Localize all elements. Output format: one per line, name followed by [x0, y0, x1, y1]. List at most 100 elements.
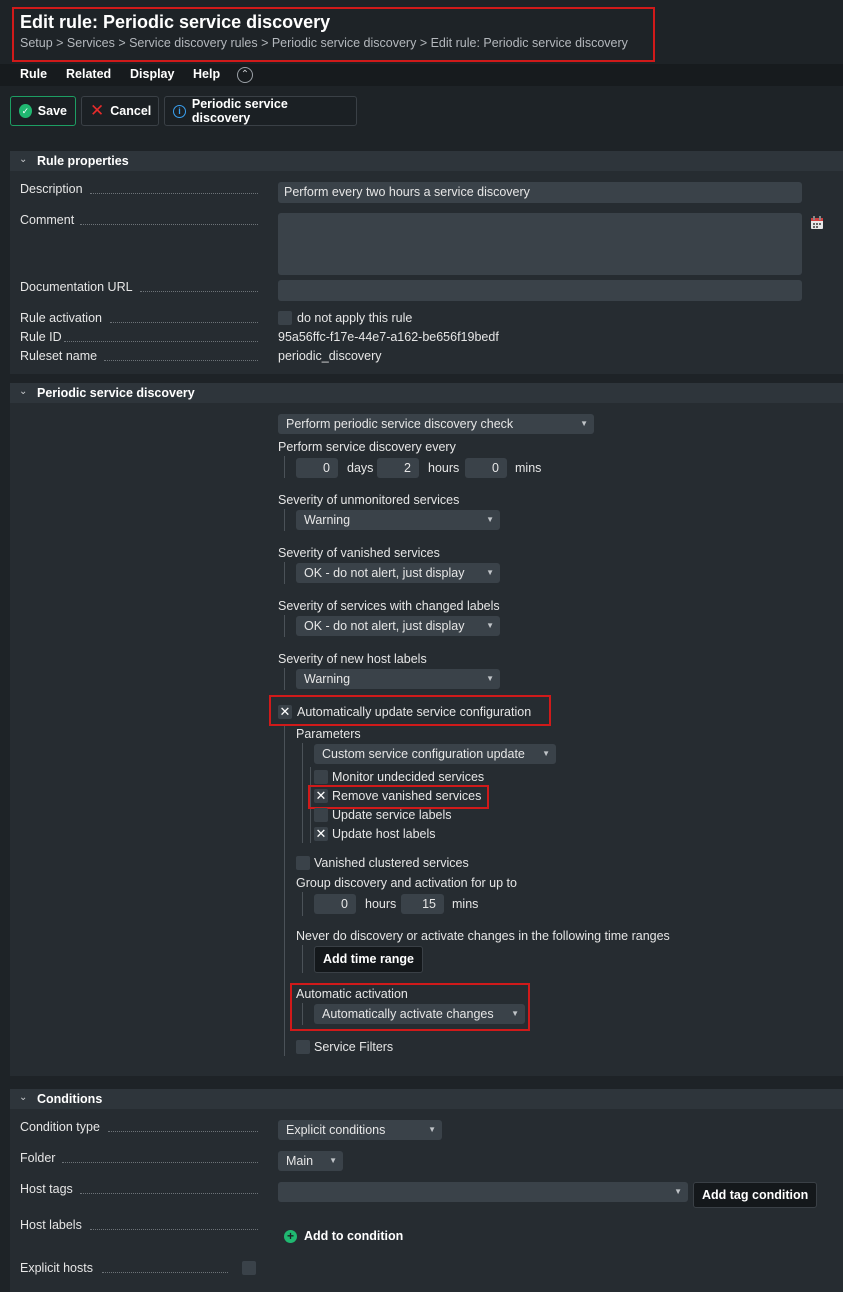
- indent-line: [284, 615, 285, 637]
- documentation-url-field[interactable]: [278, 280, 802, 301]
- conditions-header[interactable]: ⌄ Conditions: [10, 1089, 843, 1109]
- menu-rule[interactable]: Rule: [20, 67, 47, 81]
- dots-divider: [110, 322, 258, 323]
- folder-select[interactable]: Main ▼: [278, 1151, 343, 1171]
- dropdown-arrow-icon: ▼: [511, 1009, 519, 1018]
- close-icon: ✕: [90, 101, 105, 120]
- unmonitored-severity-select[interactable]: Warning ▼: [296, 510, 500, 530]
- condition-type-select[interactable]: Explicit conditions ▼: [278, 1120, 442, 1140]
- update-service-labels-label: Update service labels: [332, 808, 452, 822]
- disable-rule-checkbox[interactable]: [278, 311, 292, 325]
- dots-divider: [108, 1131, 258, 1132]
- menu-help[interactable]: Help: [193, 67, 220, 81]
- new-host-labels-severity-value: Warning: [304, 672, 351, 686]
- section-title: Rule properties: [37, 154, 129, 168]
- rule-id-value: 95a56ffc-f17e-44e7-a162-be656f19bedf: [278, 330, 499, 344]
- comment-label: Comment: [20, 213, 75, 227]
- indent-line: [302, 945, 303, 973]
- new-host-labels-severity-select[interactable]: Warning ▼: [296, 669, 500, 689]
- monitor-undecided-checkbox[interactable]: [314, 770, 328, 784]
- parameters-label: Parameters: [296, 727, 361, 741]
- add-to-condition-link[interactable]: Add to condition: [304, 1229, 403, 1243]
- breadcrumb[interactable]: Setup > Services > Service discovery rul…: [20, 36, 628, 50]
- group-discovery-label: Group discovery and activation for up to: [296, 876, 517, 890]
- unmonitored-severity-label: Severity of unmonitored services: [278, 493, 460, 507]
- indent-line: [284, 456, 285, 478]
- changed-labels-severity-value: OK - do not alert, just display: [304, 619, 465, 633]
- menu-bar: Rule Related Display Help ⌃: [0, 64, 843, 86]
- menu-related[interactable]: Related: [66, 67, 111, 81]
- menu-display[interactable]: Display: [130, 67, 174, 81]
- auto-activation-value: Automatically activate changes: [322, 1007, 494, 1021]
- auto-activation-select[interactable]: Automatically activate changes ▼: [314, 1004, 525, 1024]
- dropdown-arrow-icon: ▼: [486, 515, 494, 524]
- remove-vanished-checkbox[interactable]: ✕: [314, 789, 328, 803]
- comment-field[interactable]: [278, 213, 802, 275]
- dropdown-arrow-icon: ▼: [674, 1187, 682, 1196]
- unmonitored-severity-value: Warning: [304, 513, 351, 527]
- group-mins-input[interactable]: 15: [401, 894, 444, 914]
- rule-properties-header[interactable]: ⌄ Rule properties: [10, 151, 843, 171]
- changed-labels-severity-select[interactable]: OK - do not alert, just display ▼: [296, 616, 500, 636]
- dots-divider: [80, 1193, 258, 1194]
- discovery-mode-value: Perform periodic service discovery check: [286, 417, 514, 431]
- disable-rule-label: do not apply this rule: [297, 311, 413, 325]
- discovery-mode-select[interactable]: Perform periodic service discovery check…: [278, 414, 594, 434]
- indent-line: [284, 509, 285, 531]
- section-title: Conditions: [37, 1092, 103, 1106]
- host-labels-label: Host labels: [20, 1218, 82, 1232]
- dropdown-arrow-icon: ▼: [428, 1125, 436, 1134]
- update-host-labels-checkbox[interactable]: ✕: [314, 827, 328, 841]
- vanished-clustered-checkbox[interactable]: [296, 856, 310, 870]
- dots-divider: [64, 341, 258, 342]
- group-hours-input[interactable]: 0: [314, 894, 356, 914]
- monitor-undecided-label: Monitor undecided services: [332, 770, 485, 784]
- days-input[interactable]: 0: [296, 458, 338, 478]
- auto-update-checkbox[interactable]: ✕: [278, 705, 292, 719]
- ruleset-name-label: Ruleset name: [20, 349, 98, 363]
- dropdown-arrow-icon: ▼: [486, 621, 494, 630]
- never-discovery-label: Never do discovery or activate changes i…: [296, 929, 670, 943]
- condition-type-value: Explicit conditions: [286, 1123, 386, 1137]
- mins-input[interactable]: 0: [465, 458, 507, 478]
- host-tags-select[interactable]: ▼: [278, 1182, 688, 1202]
- add-tag-condition-button[interactable]: Add tag condition: [693, 1182, 818, 1208]
- periodic-discovery-header[interactable]: ⌄ Periodic service discovery: [10, 383, 843, 403]
- description-field[interactable]: Perform every two hours a service discov…: [278, 182, 802, 203]
- dropdown-arrow-icon: ▼: [486, 674, 494, 683]
- add-time-range-button[interactable]: Add time range: [314, 946, 423, 973]
- vanished-severity-value: OK - do not alert, just display: [304, 566, 465, 580]
- vanished-clustered-label: Vanished clustered services: [314, 856, 469, 870]
- parameters-select[interactable]: Custom service configuration update ▼: [314, 744, 556, 764]
- auto-update-label: Automatically update service configurati…: [297, 705, 532, 719]
- checkmark-icon: ✓: [19, 104, 32, 118]
- save-button[interactable]: ✓ Save: [10, 96, 76, 126]
- explicit-hosts-checkbox[interactable]: [242, 1261, 256, 1275]
- update-host-labels-label: Update host labels: [332, 827, 436, 841]
- cancel-button[interactable]: ✕ Cancel: [81, 96, 159, 126]
- service-filters-checkbox[interactable]: [296, 1040, 310, 1054]
- vanished-severity-select[interactable]: OK - do not alert, just display ▼: [296, 563, 500, 583]
- plus-icon[interactable]: +: [284, 1230, 297, 1243]
- dropdown-arrow-icon: ▼: [580, 419, 588, 428]
- documentation-url-label: Documentation URL: [20, 280, 133, 294]
- indent-line: [310, 767, 311, 843]
- calendar-icon[interactable]: [810, 215, 824, 230]
- save-label: Save: [37, 104, 67, 118]
- periodic-discovery-button[interactable]: i Periodic service discovery: [164, 96, 357, 126]
- hours-input[interactable]: 2: [377, 458, 419, 478]
- rule-id-label: Rule ID: [20, 330, 62, 344]
- indent-line: [302, 743, 303, 843]
- rule-activation-label: Rule activation: [20, 311, 102, 325]
- group-mins-unit: mins: [452, 897, 479, 911]
- chevron-up-icon[interactable]: ⌃: [237, 67, 253, 83]
- group-hours-unit: hours: [365, 897, 397, 911]
- indent-line: [302, 892, 303, 916]
- description-label: Description: [20, 182, 83, 196]
- update-service-labels-checkbox[interactable]: [314, 808, 328, 822]
- chevron-down-icon: ⌄: [19, 386, 28, 397]
- parameters-value: Custom service configuration update: [322, 747, 525, 761]
- changed-labels-severity-label: Severity of services with changed labels: [278, 599, 500, 613]
- service-filters-label: Service Filters: [314, 1040, 394, 1054]
- dropdown-arrow-icon: ▼: [486, 568, 494, 577]
